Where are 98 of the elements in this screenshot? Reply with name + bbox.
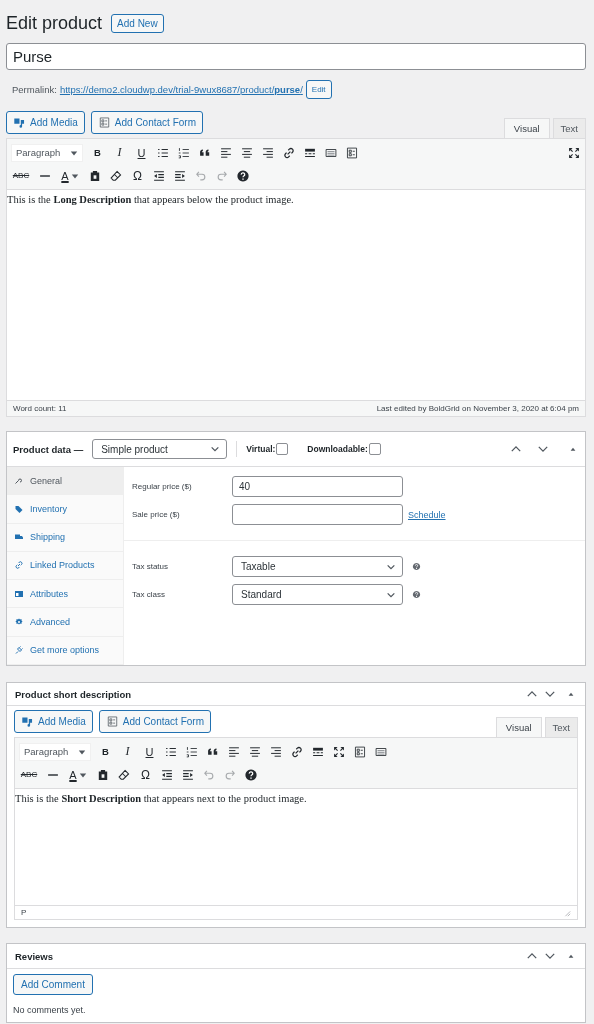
form-icon[interactable]: [353, 744, 367, 759]
fullscreen-icon[interactable]: [332, 744, 346, 759]
media-icon: [21, 715, 34, 728]
wrench-icon: [14, 475, 24, 486]
title-field[interactable]: Purse: [6, 43, 586, 70]
bold-button[interactable]: B: [90, 147, 105, 158]
help-icon[interactable]: [236, 168, 250, 183]
numbered-list-icon[interactable]: [185, 744, 199, 759]
chevron-down-icon: [210, 444, 221, 454]
schedule-link[interactable]: Schedule: [408, 509, 446, 520]
add-comment-button[interactable]: Add Comment: [13, 974, 93, 995]
caret-icon: [70, 148, 78, 157]
form-icon[interactable]: [345, 145, 359, 160]
text-color-button[interactable]: A: [59, 169, 81, 182]
indent-icon[interactable]: [173, 168, 187, 183]
product-data-tab[interactable]: General: [7, 467, 123, 496]
fullscreen-icon[interactable]: [567, 145, 581, 160]
clipboard-icon[interactable]: [96, 767, 110, 782]
eraser-icon[interactable]: [117, 767, 131, 782]
strikethrough-button[interactable]: ABC: [11, 171, 31, 180]
empty-message: No comments yet.: [13, 1005, 86, 1015]
add-media-button[interactable]: Add Media: [6, 111, 85, 134]
format-select[interactable]: Paragraph: [19, 742, 91, 761]
format-select[interactable]: Paragraph: [11, 143, 83, 162]
tax-select[interactable]: Taxable: [232, 556, 403, 577]
underline-button[interactable]: U: [142, 745, 157, 758]
permalink-link[interactable]: https://demo2.cloudwp.dev/trial-9wux8687/product/purse/: [59, 84, 303, 95]
product-data-tab[interactable]: Get more options: [7, 636, 123, 665]
align-right-icon[interactable]: [261, 145, 275, 160]
checkbox-label: Downloadable:: [307, 444, 368, 454]
outdent-icon[interactable]: [152, 168, 166, 183]
add-form-button[interactable]: Add Contact Form: [90, 111, 203, 134]
permalink-label: Permalink:: [12, 84, 57, 95]
align-center-icon[interactable]: [240, 145, 254, 160]
box-title: Product data —: [13, 443, 84, 455]
indent-icon[interactable]: [181, 767, 195, 782]
checkbox[interactable]: [368, 443, 381, 455]
form-icon: [105, 715, 119, 728]
special-character-button[interactable]: Ω: [130, 168, 145, 183]
box-title: Reviews: [15, 950, 54, 962]
product-type-select[interactable]: Simple product: [92, 439, 228, 459]
link-icon: [14, 560, 24, 571]
field-label: Tax class: [132, 590, 166, 599]
text-color-button[interactable]: A: [67, 768, 89, 781]
align-center-icon[interactable]: [248, 744, 262, 759]
help-icon[interactable]: [244, 767, 258, 782]
field-label: Sale price ($): [132, 510, 181, 519]
form-icon: [97, 116, 111, 129]
special-character-button[interactable]: Ω: [138, 767, 153, 782]
editor-tab[interactable]: Text: [552, 118, 586, 138]
product-data-tab[interactable]: Linked Products: [7, 551, 123, 581]
media-icon: [13, 116, 26, 129]
checkbox[interactable]: [276, 443, 289, 455]
editor-tab[interactable]: Visual: [495, 717, 542, 737]
element-path: P: [21, 908, 27, 917]
bold-button[interactable]: B: [98, 746, 113, 757]
align-left-icon[interactable]: [219, 145, 233, 160]
page-title: Edit product: [6, 12, 103, 34]
plug-icon: [14, 645, 24, 656]
product-data-tab[interactable]: Shipping: [7, 523, 123, 552]
price-field[interactable]: 40: [232, 476, 403, 497]
field-label: Regular price ($): [132, 482, 193, 491]
add-media-button[interactable]: Add Media: [14, 710, 93, 733]
align-left-icon[interactable]: [227, 744, 241, 759]
editor-text: This is the Short Description that appears next to the product image.: [15, 793, 307, 804]
tag-icon: [14, 503, 24, 514]
field-label: Tax status: [132, 562, 169, 571]
strikethrough-button[interactable]: ABC: [19, 770, 39, 779]
product-data-tab[interactable]: Advanced: [7, 608, 123, 637]
italic-button[interactable]: I: [112, 145, 127, 160]
add-form-button[interactable]: Add Contact Form: [98, 710, 211, 733]
editor-tab[interactable]: Text: [544, 717, 578, 737]
resize-handle-icon[interactable]: [563, 908, 571, 917]
table-icon: [14, 588, 24, 599]
checkbox-label: Virtual:: [246, 444, 276, 454]
link-icon[interactable]: [290, 744, 304, 759]
box-title: Product short description: [15, 688, 132, 700]
editor-tab[interactable]: Visual: [503, 118, 550, 138]
add-new-button[interactable]: Add New: [111, 13, 164, 33]
price-field[interactable]: [232, 504, 403, 525]
word-count: Word count: 11: [13, 404, 67, 413]
caret-icon: [78, 747, 86, 756]
last-edited: Last edited by BoldGrid on November 3, 2020 at 6:04 pm: [376, 404, 579, 413]
link-icon[interactable]: [282, 145, 296, 160]
underline-button[interactable]: U: [134, 146, 149, 159]
clipboard-icon[interactable]: [88, 168, 102, 183]
numbered-list-icon[interactable]: [177, 145, 191, 160]
tax-select[interactable]: Standard: [232, 584, 403, 605]
italic-button[interactable]: I: [120, 744, 135, 759]
caret-icon: [70, 171, 79, 180]
caret-icon: [78, 770, 87, 779]
product-data-tab[interactable]: Inventory: [7, 495, 123, 524]
edit-button[interactable]: Edit: [305, 80, 332, 99]
outdent-icon[interactable]: [160, 767, 174, 782]
align-right-icon[interactable]: [269, 744, 283, 759]
product-data-tab[interactable]: Attributes: [7, 580, 123, 609]
eraser-icon[interactable]: [109, 168, 123, 183]
editor-text: This is the Long Description that appears below the product image.: [7, 194, 294, 205]
